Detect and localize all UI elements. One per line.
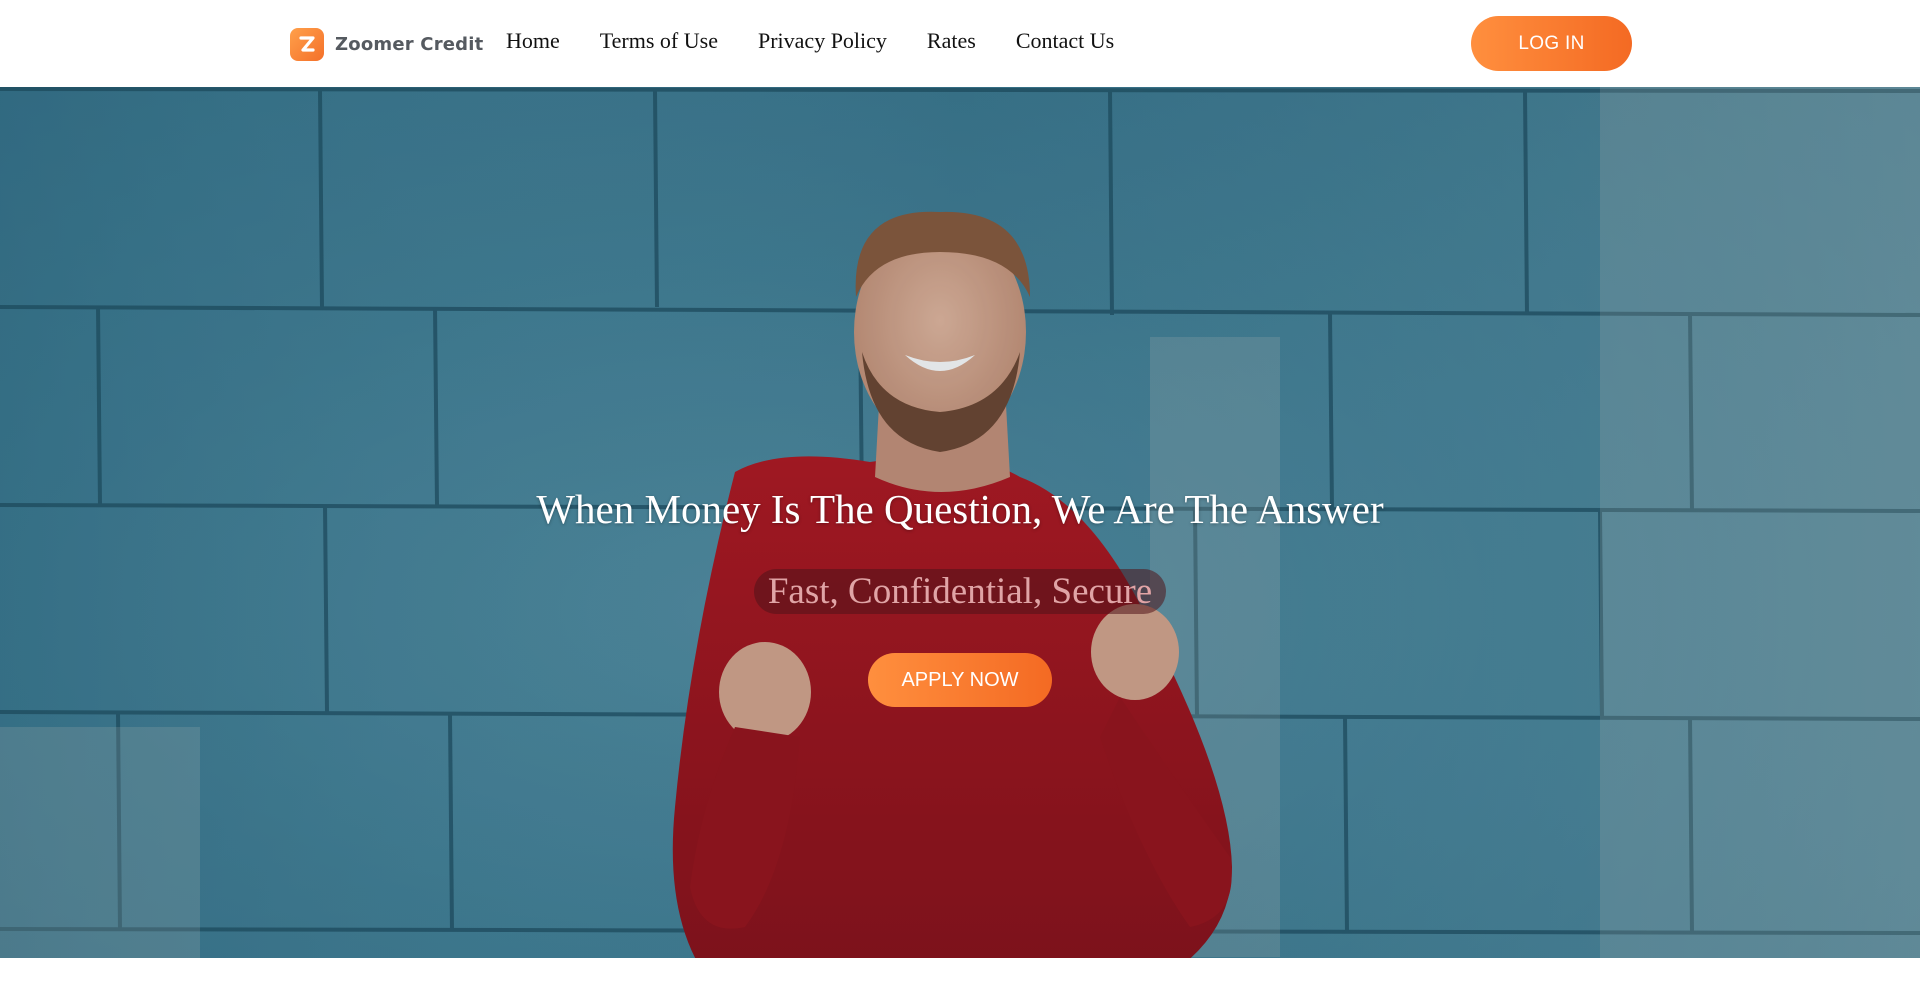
nav-terms-of-use[interactable]: Terms of Use: [600, 28, 718, 54]
nav-home[interactable]: Home: [506, 28, 560, 54]
site-header: Zoomer Credit Home Terms of Use Privacy …: [0, 0, 1920, 87]
brand-logo[interactable]: Zoomer Credit: [290, 27, 483, 61]
hero-subtitle-wrap: Fast, Confidential, Secure: [0, 569, 1920, 614]
login-button[interactable]: LOG IN: [1471, 16, 1632, 71]
apply-now-button[interactable]: APPLY NOW: [868, 653, 1052, 707]
hero-subtitle: Fast, Confidential, Secure: [753, 569, 1167, 614]
hero-section: When Money Is The Question, We Are The A…: [0, 87, 1920, 958]
nav-rates[interactable]: Rates: [927, 28, 976, 54]
nav-privacy-policy[interactable]: Privacy Policy: [758, 28, 887, 54]
main-nav: Home Terms of Use Privacy Policy Rates C…: [506, 28, 1114, 54]
nav-contact-us[interactable]: Contact Us: [1016, 28, 1114, 54]
hero-title: When Money Is The Question, We Are The A…: [536, 486, 1384, 532]
zoomer-logo-icon: [290, 27, 324, 61]
brand-name: Zoomer Credit: [335, 33, 484, 55]
